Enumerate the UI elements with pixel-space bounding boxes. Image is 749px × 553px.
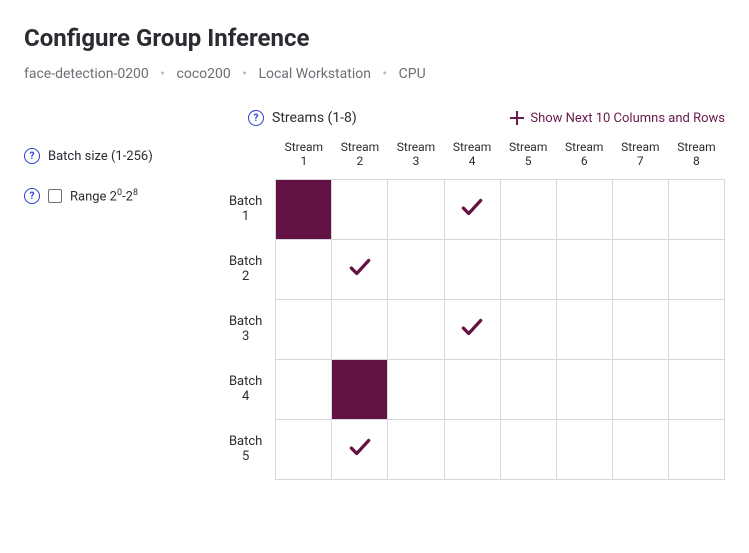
grid-cell[interactable] bbox=[556, 359, 612, 419]
grid-cell[interactable] bbox=[612, 299, 668, 359]
breadcrumb-separator: • bbox=[382, 66, 387, 82]
page-title: Configure Group Inference bbox=[24, 24, 725, 52]
breadcrumb-separator: • bbox=[160, 66, 165, 82]
grid-cell[interactable] bbox=[276, 239, 332, 299]
grid-cell[interactable] bbox=[444, 179, 500, 239]
column-header: Stream1 bbox=[276, 136, 332, 179]
grid-cell[interactable] bbox=[556, 239, 612, 299]
breadcrumb-item: CPU bbox=[399, 66, 426, 82]
show-next-button[interactable]: Show Next 10 Columns and Rows bbox=[510, 111, 725, 126]
grid-cell[interactable] bbox=[500, 419, 556, 479]
grid-cell[interactable] bbox=[444, 239, 500, 299]
grid-cell[interactable] bbox=[612, 239, 668, 299]
grid-cell[interactable] bbox=[332, 359, 388, 419]
grid-cell[interactable] bbox=[500, 299, 556, 359]
grid-cell[interactable] bbox=[556, 179, 612, 239]
checkmark-icon bbox=[459, 194, 485, 220]
row-header: Batch4 bbox=[224, 359, 276, 419]
column-header: Stream8 bbox=[668, 136, 724, 179]
grid-cell[interactable] bbox=[388, 299, 444, 359]
grid-cell[interactable] bbox=[668, 419, 724, 479]
grid-cell[interactable] bbox=[500, 239, 556, 299]
column-header: Stream3 bbox=[388, 136, 444, 179]
grid-cell[interactable] bbox=[556, 299, 612, 359]
grid-cell[interactable] bbox=[388, 359, 444, 419]
show-next-label: Show Next 10 Columns and Rows bbox=[530, 111, 725, 126]
grid-cell[interactable] bbox=[388, 179, 444, 239]
grid-cell[interactable] bbox=[332, 239, 388, 299]
grid-cell[interactable] bbox=[500, 179, 556, 239]
grid-cell[interactable] bbox=[612, 179, 668, 239]
grid-cell[interactable] bbox=[444, 299, 500, 359]
column-header: Stream6 bbox=[556, 136, 612, 179]
row-header: Batch3 bbox=[224, 299, 276, 359]
grid-cell[interactable] bbox=[276, 299, 332, 359]
grid-cell[interactable] bbox=[668, 239, 724, 299]
column-header: Stream5 bbox=[500, 136, 556, 179]
grid-cell[interactable] bbox=[556, 419, 612, 479]
batch-size-label: Batch size (1-256) bbox=[48, 149, 153, 164]
column-header: Stream2 bbox=[332, 136, 388, 179]
range-label: Range 20-28 bbox=[70, 188, 138, 204]
grid-cell[interactable] bbox=[612, 359, 668, 419]
range-checkbox[interactable] bbox=[48, 189, 62, 203]
grid-cell[interactable] bbox=[332, 299, 388, 359]
row-header: Batch2 bbox=[224, 239, 276, 299]
grid-cell[interactable] bbox=[612, 419, 668, 479]
grid-cell[interactable] bbox=[388, 239, 444, 299]
grid-cell[interactable] bbox=[276, 179, 332, 239]
grid-cell[interactable] bbox=[332, 419, 388, 479]
help-icon[interactable]: ? bbox=[24, 148, 40, 164]
checkmark-icon bbox=[347, 434, 373, 460]
breadcrumb-separator: • bbox=[242, 66, 247, 82]
help-icon[interactable]: ? bbox=[24, 188, 40, 204]
checkmark-icon bbox=[347, 254, 373, 280]
grid-cell[interactable] bbox=[388, 419, 444, 479]
checkmark-icon bbox=[459, 314, 485, 340]
grid-cell[interactable] bbox=[668, 179, 724, 239]
grid-cell[interactable] bbox=[332, 179, 388, 239]
row-header: Batch1 bbox=[224, 179, 276, 239]
breadcrumb: face-detection-0200 • coco200 • Local Wo… bbox=[24, 66, 725, 82]
breadcrumb-item: face-detection-0200 bbox=[24, 66, 149, 82]
streams-header-label: Streams (1-8) bbox=[272, 110, 357, 126]
row-header: Batch5 bbox=[224, 419, 276, 479]
breadcrumb-item: coco200 bbox=[177, 66, 231, 82]
inference-grid: Stream1Stream2Stream3Stream4Stream5Strea… bbox=[224, 136, 725, 480]
grid-cell[interactable] bbox=[500, 359, 556, 419]
grid-cell[interactable] bbox=[444, 359, 500, 419]
plus-icon bbox=[510, 111, 524, 125]
grid-cell[interactable] bbox=[668, 299, 724, 359]
column-header: Stream7 bbox=[612, 136, 668, 179]
grid-cell[interactable] bbox=[276, 419, 332, 479]
column-header: Stream4 bbox=[444, 136, 500, 179]
breadcrumb-item: Local Workstation bbox=[258, 66, 371, 82]
help-icon[interactable]: ? bbox=[248, 110, 264, 126]
grid-cell[interactable] bbox=[276, 359, 332, 419]
grid-cell[interactable] bbox=[444, 419, 500, 479]
grid-cell[interactable] bbox=[668, 359, 724, 419]
